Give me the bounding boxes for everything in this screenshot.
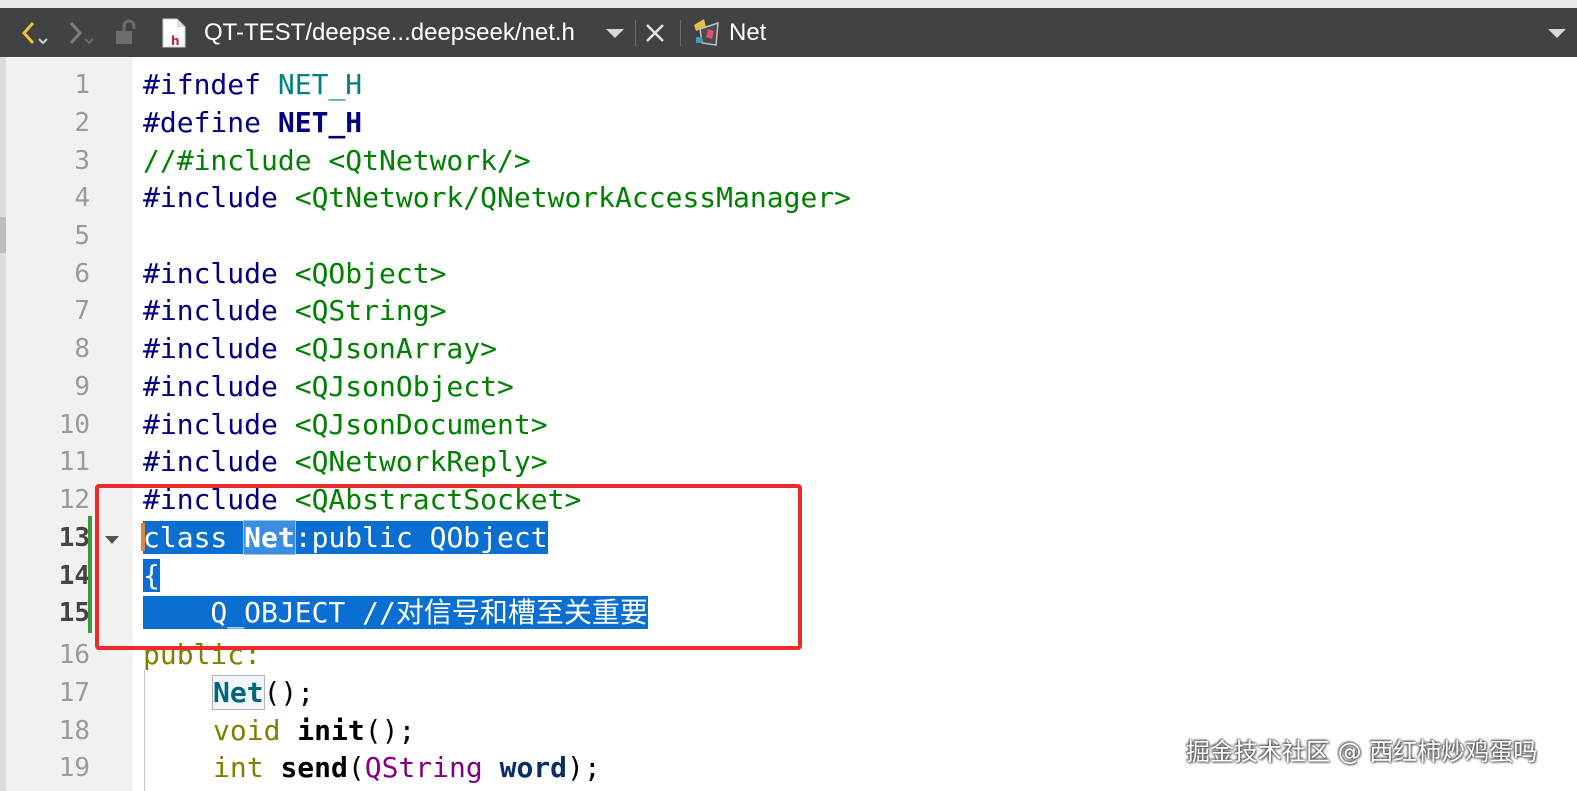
header-file-icon: h — [160, 8, 188, 57]
line-number: 8 — [74, 334, 90, 364]
include-path: <QNetworkReply> — [294, 445, 548, 478]
code-line: #include <QString> — [143, 293, 446, 329]
highlight-annotation-box — [95, 484, 802, 650]
line-number: 19 — [58, 753, 90, 783]
punctuation: ( — [347, 751, 365, 784]
watermark: 掘金技术社区 @ 西红柿炒鸡蛋吗 — [1186, 738, 1538, 766]
preprocessor-keyword: #include — [143, 181, 278, 214]
forward-icon[interactable] — [64, 8, 98, 57]
preprocessor-keyword: #include — [143, 294, 278, 327]
dropdown-icon[interactable] — [604, 8, 626, 57]
parameter-name: word — [499, 751, 568, 784]
line-number: 7 — [74, 296, 90, 326]
changed-lines-marker — [88, 516, 92, 633]
function-name: init — [297, 714, 365, 747]
line-number-gutter: 1 2 3 4 5 6 7 8 9 10 11 12 13 14 15 16 1… — [6, 57, 133, 791]
line-number: 18 — [58, 716, 90, 746]
class-icon — [692, 8, 724, 57]
line-number: 1 — [74, 70, 90, 100]
type-name: QString — [364, 751, 483, 784]
line-number: 2 — [74, 108, 90, 138]
line-number: 9 — [74, 372, 90, 402]
line-number: 4 — [74, 183, 90, 213]
code-line: #include <QObject> — [143, 256, 446, 292]
line-number: 12 — [58, 485, 90, 515]
lock-icon[interactable] — [112, 8, 140, 57]
line-number: 11 — [58, 447, 90, 477]
preprocessor-keyword: #include — [143, 445, 278, 478]
preprocessor-keyword: #include — [143, 370, 278, 403]
line-number-current: 14 — [58, 561, 90, 591]
line-number: 10 — [58, 410, 90, 440]
macro-name: NET_H — [277, 106, 363, 139]
code-line: #ifndef NET_H — [143, 67, 362, 103]
window-top-strip — [0, 0, 1577, 8]
code-comment: //#include <QtNetwork/> — [143, 144, 531, 177]
code-line: #include <QJsonDocument> — [143, 407, 548, 443]
punctuation: (); — [364, 714, 416, 747]
line-number: 5 — [74, 221, 90, 251]
preprocessor-keyword: #ifndef — [143, 68, 262, 101]
code-line: #include <QJsonArray> — [143, 331, 497, 367]
line-number-current: 13 — [58, 523, 90, 553]
code-line: #define NET_H — [143, 105, 362, 141]
preprocessor-keyword: #include — [143, 408, 278, 441]
file-path-label[interactable]: QT-TEST/deepse...deepseek/net.h — [204, 8, 575, 57]
include-path: <QJsonObject> — [294, 370, 514, 403]
include-path: <QJsonArray> — [294, 332, 498, 365]
code-line: Net(); — [212, 675, 315, 711]
punctuation: ); — [567, 751, 601, 784]
line-number: 6 — [74, 259, 90, 289]
code-line: #include <QNetworkReply> — [143, 444, 548, 480]
toolbar-separator — [680, 20, 681, 46]
class-selector[interactable]: Net — [729, 8, 766, 57]
editor-toolbar: h QT-TEST/deepse...deepseek/net.h Net — [0, 8, 1577, 57]
code-editor[interactable]: 1 2 3 4 5 6 7 8 9 10 11 12 13 14 15 16 1… — [0, 57, 1577, 791]
line-number: 16 — [58, 640, 90, 670]
function-name: send — [280, 751, 348, 784]
include-path: <QString> — [294, 294, 447, 327]
include-path: <QJsonDocument> — [294, 408, 548, 441]
code-line: #include <QtNetwork/QNetworkAccessManage… — [143, 180, 851, 216]
type-keyword: void — [213, 714, 298, 747]
code-line: #include <QJsonObject> — [143, 369, 514, 405]
menu-dropdown-icon[interactable] — [1546, 8, 1568, 57]
indent-guide — [144, 670, 145, 791]
code-line: void init(); — [213, 713, 415, 749]
line-number: 17 — [58, 678, 90, 708]
macro-name: NET_H — [277, 68, 363, 101]
preprocessor-keyword: #include — [143, 332, 278, 365]
punctuation: (); — [263, 676, 315, 709]
back-icon[interactable] — [18, 8, 52, 57]
svg-text:h: h — [171, 34, 180, 48]
preprocessor-keyword: #include — [143, 257, 278, 290]
code-line: int send(QString word); — [213, 750, 601, 786]
type-keyword: int — [213, 751, 281, 784]
line-number-current: 15 — [58, 598, 90, 628]
close-icon[interactable] — [644, 8, 666, 57]
include-path: <QObject> — [294, 257, 447, 290]
constructor-name: Net — [212, 675, 265, 710]
include-path: <QtNetwork/QNetworkAccessManager> — [294, 181, 852, 214]
toolbar-separator — [635, 20, 636, 46]
line-number: 3 — [74, 146, 90, 176]
preprocessor-keyword: #define — [143, 106, 262, 139]
